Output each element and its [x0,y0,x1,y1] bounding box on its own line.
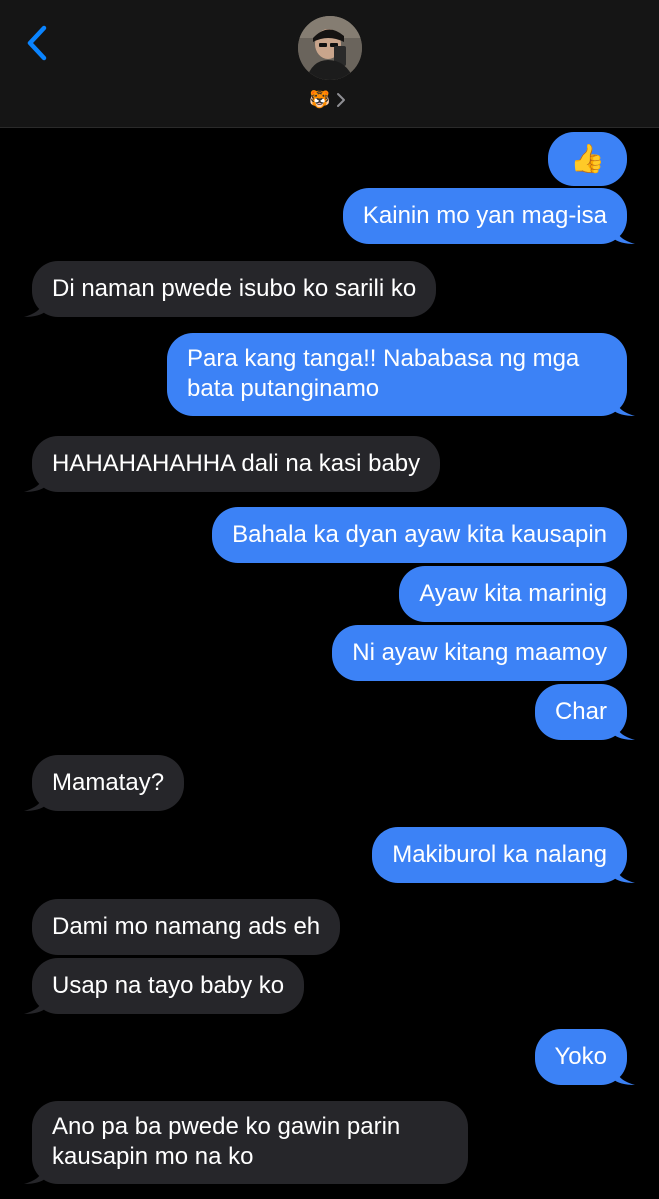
message-bubble-outgoing[interactable]: Para kang tanga!! Nababasa ng mga bata p… [167,333,635,416]
message-bubble-outgoing[interactable]: Bahala ka dyan ayaw kita kausapin [212,507,627,563]
message-bubble-incoming[interactable]: Mamatay? [24,755,185,811]
contact-emoji: 🐯 [309,90,331,110]
message-bubble-outgoing[interactable]: Kainin mo yan mag-isa [342,188,635,244]
message-text: Para kang tanga!! Nababasa ng mga bata p… [187,345,580,402]
bubble-tail [613,859,635,883]
message-bubble-outgoing[interactable]: Char [534,684,635,740]
bubble-tail [24,787,46,811]
conversation-header: 🐯 [0,0,659,128]
bubble-tail [613,220,635,244]
bubble-tail [613,392,635,416]
back-button[interactable] [22,22,56,64]
avatar-photo [298,16,362,80]
chevron-right-icon [337,93,346,107]
chevron-left-icon [27,25,47,61]
message-bubble-incoming[interactable]: Dami mo namang ads eh [32,899,341,955]
message-text: HAHAHAHAHHA dali na kasi baby [52,450,421,477]
message-text: Kainin mo yan mag-isa [362,202,607,229]
message-text: Usap na tayo baby ko [52,972,285,999]
message-bubble-outgoing[interactable]: Makiburol ka nalang [372,827,635,883]
message-text: Makiburol ka nalang [392,841,607,868]
bubble-tail [24,468,46,492]
message-text: Di naman pwede isubo ko sarili ko [52,275,417,302]
message-bubble-outgoing[interactable]: Ayaw kita marinig [399,566,627,622]
message-bubble-incoming[interactable]: Di naman pwede isubo ko sarili ko [24,261,437,317]
message-text: Dami mo namang ads eh [52,913,321,940]
message-text: 👍 [570,142,605,175]
message-bubble-outgoing[interactable]: Yoko [534,1029,635,1085]
message-text: Yoko [554,1043,608,1070]
message-bubble-incoming[interactable]: Usap na tayo baby ko [24,958,305,1014]
message-bubble-outgoing[interactable]: Ni ayaw kitang maamoy [332,625,627,681]
contact-name-button[interactable]: 🐯 [309,87,346,113]
message-text: Ni ayaw kitang maamoy [352,639,607,666]
contact-avatar[interactable] [298,16,362,80]
message-text: Ano pa ba pwede ko gawin parin kausapin … [52,1113,401,1170]
bubble-tail [24,1160,46,1184]
bubble-tail [24,293,46,317]
message-bubble-incoming[interactable]: Ano pa ba pwede ko gawin parin kausapin … [24,1101,468,1184]
message-text: Bahala ka dyan ayaw kita kausapin [232,521,607,548]
message-text: Char [554,698,607,725]
bubble-tail [24,990,46,1014]
message-text: Mamatay? [52,769,165,796]
bubble-tail [613,716,635,740]
message-bubble-incoming[interactable]: HAHAHAHAHHA dali na kasi baby [24,436,441,492]
message-bubble-outgoing[interactable]: 👍 [548,132,627,186]
message-text: Ayaw kita marinig [419,580,607,607]
bubble-tail [613,1061,635,1085]
